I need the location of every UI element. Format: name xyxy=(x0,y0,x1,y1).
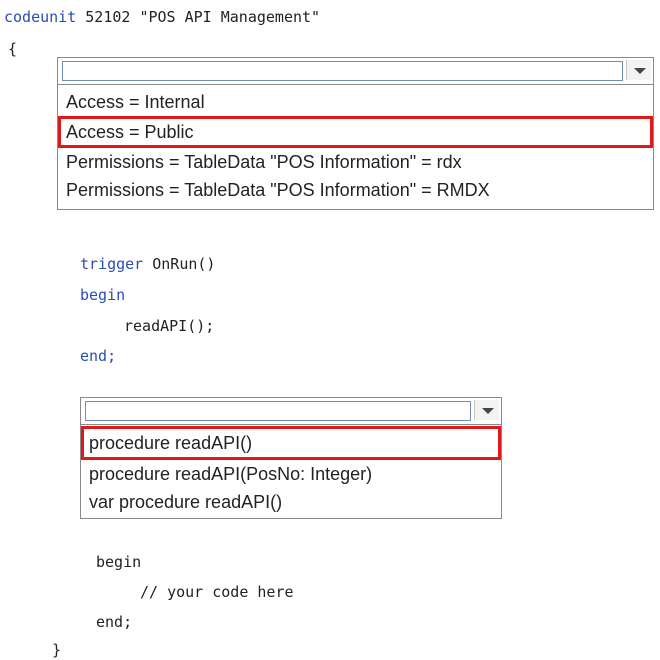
procedure-dropdown[interactable]: procedure readAPI() procedure readAPI(Po… xyxy=(80,397,502,519)
trigger-end: end; xyxy=(80,347,117,365)
body-begin: begin xyxy=(96,553,142,571)
access-option-internal[interactable]: Access = Internal xyxy=(58,88,653,116)
procedure-option-var-readapi[interactable]: var procedure readAPI() xyxy=(81,488,501,516)
open-brace: { xyxy=(8,40,18,58)
codeunit-keyword: codeunit xyxy=(4,8,77,26)
trigger-name: OnRun() xyxy=(152,255,216,273)
access-option-permissions-rmdx[interactable]: Permissions = TableData "POS Information… xyxy=(58,176,653,204)
access-dropdown[interactable]: Access = Internal Access = Public Permis… xyxy=(57,57,654,210)
close-brace: } xyxy=(52,641,62,659)
trigger-keyword: trigger xyxy=(80,255,144,273)
access-option-public[interactable]: Access = Public xyxy=(58,116,653,148)
access-option-permissions-rdx[interactable]: Permissions = TableData "POS Information… xyxy=(58,148,653,176)
procedure-dropdown-value[interactable] xyxy=(85,401,471,421)
chevron-down-icon[interactable] xyxy=(626,60,651,80)
body-end: end; xyxy=(96,613,133,631)
procedure-dropdown-header[interactable] xyxy=(81,398,501,425)
access-dropdown-value[interactable] xyxy=(62,61,623,81)
codeunit-name: 52102 "POS API Management" xyxy=(85,8,321,26)
body-comment: // your code here xyxy=(140,583,294,601)
procedure-option-readapi[interactable]: procedure readAPI() xyxy=(81,426,501,460)
exam-question-code-image: codeunit 52102 "POS API Management" { Ac… xyxy=(0,0,660,660)
readapi-call: readAPI(); xyxy=(124,317,215,335)
access-dropdown-header[interactable] xyxy=(58,58,653,85)
trigger-begin: begin xyxy=(80,286,126,304)
chevron-down-icon[interactable] xyxy=(474,400,499,420)
trigger-line: trigger OnRun() xyxy=(80,255,215,273)
procedure-option-readapi-posno[interactable]: procedure readAPI(PosNo: Integer) xyxy=(81,460,501,488)
codeunit-header: codeunit 52102 "POS API Management" xyxy=(4,8,320,26)
